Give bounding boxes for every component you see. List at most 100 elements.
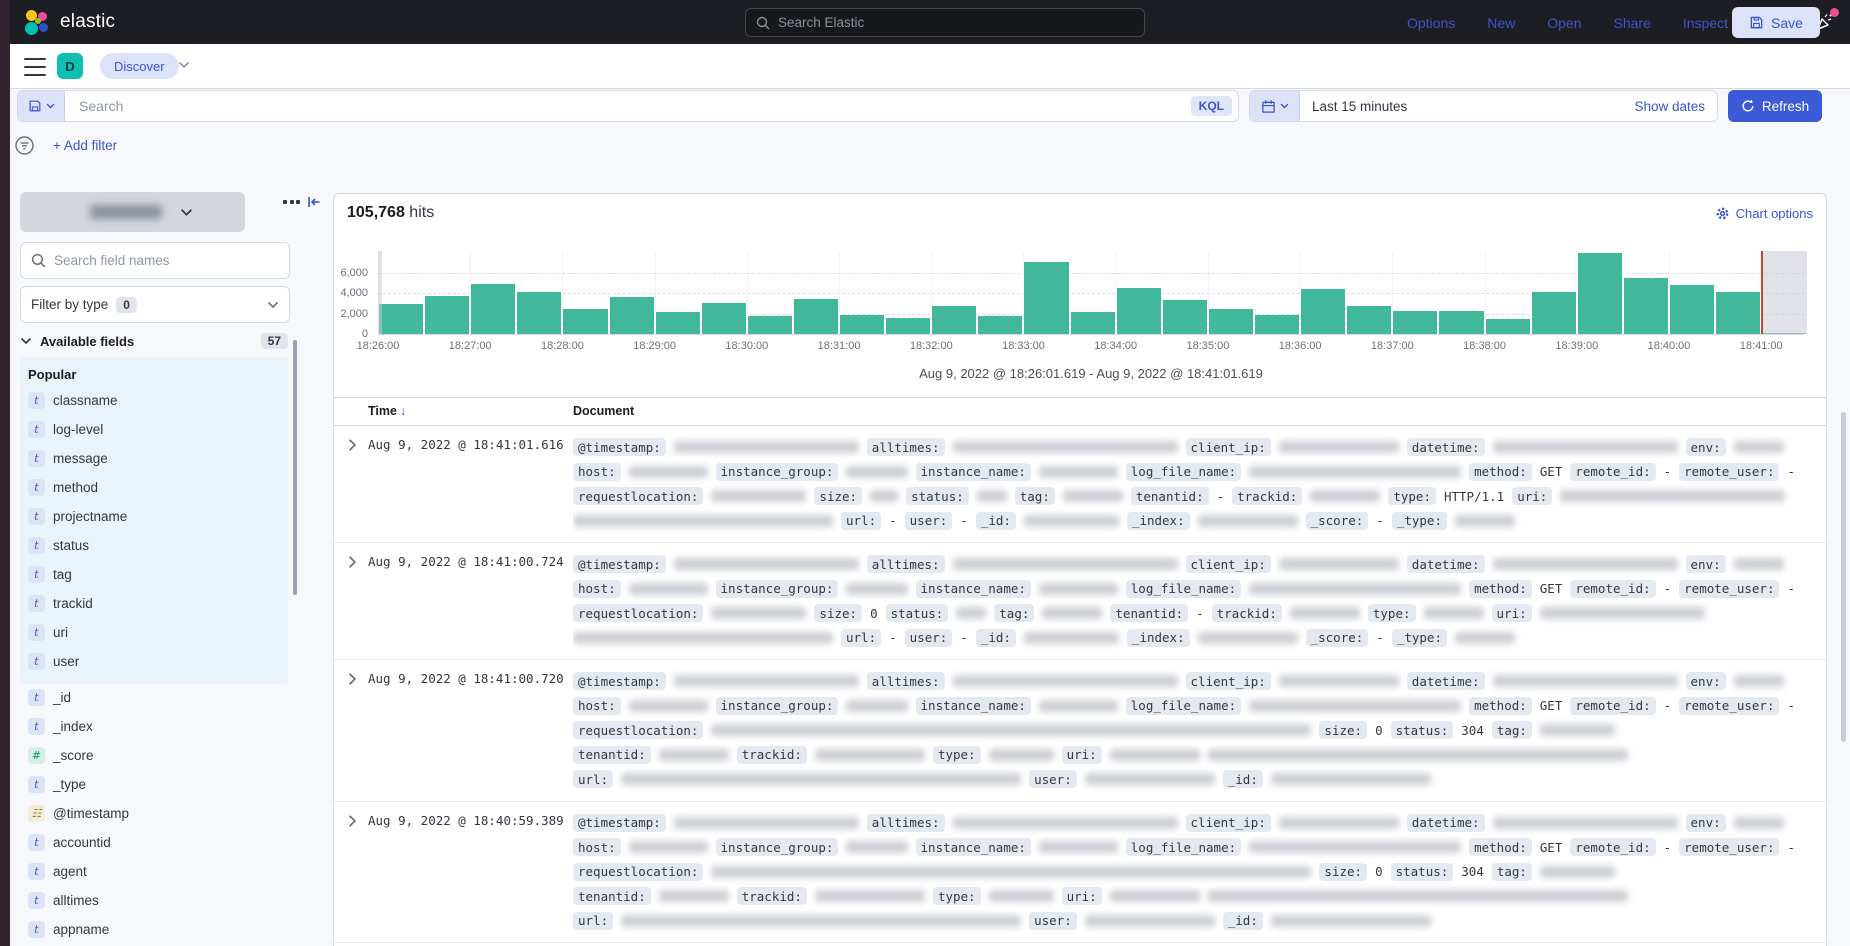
filter-by-type-select[interactable]: Filter by type 0: [20, 286, 290, 323]
show-dates-button[interactable]: Show dates: [1634, 99, 1705, 114]
field-item-alltimes[interactable]: talltimes: [28, 886, 280, 915]
redacted-value: [1249, 700, 1461, 712]
field-value: 304: [1461, 864, 1484, 879]
histogram-bar[interactable]: [1438, 311, 1484, 334]
time-column-header[interactable]: Time↓: [368, 404, 406, 418]
sort-descending-icon[interactable]: ↓: [400, 404, 406, 418]
expand-row-icon[interactable]: [347, 814, 358, 828]
histogram-bar[interactable]: [609, 297, 655, 334]
saved-query-menu-button[interactable]: [18, 91, 65, 121]
histogram-bar[interactable]: [885, 318, 931, 334]
nav-link-new[interactable]: New: [1487, 15, 1515, 31]
histogram-bar[interactable]: [839, 315, 885, 334]
field-item-_score[interactable]: #_score: [28, 741, 280, 770]
redacted-value: [1024, 632, 1119, 644]
table-row: Aug 9, 2022 @ 18:41:00.720@timestamp:all…: [334, 660, 1826, 802]
date-picker[interactable]: Last 15 minutes Show dates: [1249, 90, 1718, 122]
popular-fields-section: Popular tclassnametlog-leveltmessagetmet…: [20, 357, 288, 684]
nav-link-open[interactable]: Open: [1547, 15, 1581, 31]
global-search-input[interactable]: Search Elastic: [745, 8, 1145, 37]
date-quick-menu-button[interactable]: [1250, 91, 1300, 121]
histogram-bar[interactable]: [1669, 285, 1715, 334]
field-item-trackid[interactable]: ttrackid: [28, 589, 280, 618]
histogram-bar[interactable]: [1070, 312, 1116, 334]
field-item-_type[interactable]: t_type: [28, 770, 280, 799]
sidebar-scrollbar[interactable]: [293, 340, 297, 595]
menu-icon[interactable]: [24, 58, 46, 76]
field-item-log-level[interactable]: tlog-level: [28, 415, 280, 444]
histogram-bar[interactable]: [1116, 288, 1162, 334]
nav-link-inspect[interactable]: Inspect: [1683, 15, 1728, 31]
field-item-projectname[interactable]: tprojectname: [28, 502, 280, 531]
histogram-bar[interactable]: [1208, 309, 1254, 334]
field-item-method[interactable]: tmethod: [28, 473, 280, 502]
field-item-classname[interactable]: tclassname: [28, 386, 280, 415]
page-scrollbar[interactable]: [1841, 412, 1846, 742]
histogram-bar[interactable]: [562, 309, 608, 334]
kql-language-button[interactable]: KQL: [1191, 96, 1232, 116]
expand-row-icon[interactable]: [347, 555, 358, 569]
histogram-bar[interactable]: [1485, 319, 1531, 334]
field-item-uri[interactable]: turi: [28, 618, 280, 647]
histogram-bar[interactable]: [1531, 292, 1577, 334]
document-summary[interactable]: @timestamp:alltimes:client_ip:datetime:e…: [573, 811, 1795, 934]
histogram-bar[interactable]: [655, 312, 701, 334]
histogram-bar[interactable]: [793, 299, 839, 334]
histogram-bar[interactable]: [1346, 306, 1392, 334]
histogram-bar[interactable]: [516, 292, 562, 334]
query-input[interactable]: Search KQL: [17, 90, 1239, 122]
histogram-bar[interactable]: [701, 303, 747, 334]
field-item-_index[interactable]: t_index: [28, 712, 280, 741]
time-range-value[interactable]: Last 15 minutes: [1312, 99, 1634, 114]
nav-link-share[interactable]: Share: [1614, 15, 1651, 31]
refresh-button[interactable]: Refresh: [1728, 90, 1822, 122]
collapse-sidebar-icon[interactable]: [306, 194, 322, 210]
field-item-tag[interactable]: ttag: [28, 560, 280, 589]
histogram-bar[interactable]: [747, 316, 793, 334]
expand-row-icon[interactable]: [347, 438, 358, 452]
histogram-bar[interactable]: [977, 316, 1023, 334]
space-badge[interactable]: D: [57, 53, 83, 79]
expand-row-icon[interactable]: [347, 672, 358, 686]
filter-by-type-count: 0: [116, 297, 137, 313]
histogram-chart[interactable]: 02,0004,0006,00018:26:0018:27:0018:28:00…: [334, 194, 1826, 364]
field-search-input[interactable]: Search field names: [20, 242, 290, 279]
add-filter-button[interactable]: + Add filter: [53, 138, 117, 153]
field-item-user[interactable]: tuser: [28, 647, 280, 676]
histogram-bar[interactable]: [931, 306, 977, 334]
elastic-logo[interactable]: elastic: [24, 9, 115, 35]
nav-link-options[interactable]: Options: [1407, 15, 1455, 31]
field-item-agent[interactable]: tagent: [28, 857, 280, 886]
histogram-bar[interactable]: [1254, 315, 1300, 334]
field-pill-_score: _score:: [1306, 512, 1369, 530]
filter-icon[interactable]: [14, 135, 35, 156]
field-item-accountid[interactable]: taccountid: [28, 828, 280, 857]
histogram-bar[interactable]: [1392, 311, 1438, 334]
resize-handle-icon[interactable]: [283, 200, 300, 204]
breadcrumb-chevron-down-icon[interactable]: [178, 61, 190, 69]
redacted-value: [711, 724, 1311, 736]
field-item-appname[interactable]: tappname: [28, 915, 280, 944]
histogram-bar[interactable]: [1162, 300, 1208, 334]
available-fields-header[interactable]: Available fields 57: [20, 333, 288, 349]
field-item-@timestamp[interactable]: ☷@timestamp: [28, 799, 280, 828]
field-item-_id[interactable]: t_id: [28, 683, 280, 712]
histogram-bar[interactable]: [1023, 262, 1069, 334]
histogram-bar[interactable]: [470, 284, 516, 334]
histogram-bar[interactable]: [1577, 253, 1623, 334]
breadcrumb[interactable]: Discover: [100, 53, 179, 79]
histogram-bar[interactable]: [1623, 278, 1669, 334]
redacted-value: [1249, 466, 1461, 478]
histogram-bar[interactable]: [1715, 292, 1761, 334]
field-item-message[interactable]: tmessage: [28, 444, 280, 473]
document-summary[interactable]: @timestamp:alltimes:client_ip:datetime:e…: [573, 669, 1795, 792]
histogram-bar[interactable]: [424, 296, 470, 334]
field-item-status[interactable]: tstatus: [28, 531, 280, 560]
field-pill-host: host:: [573, 838, 621, 856]
save-button[interactable]: Save: [1732, 7, 1820, 38]
index-pattern-select[interactable]: [20, 192, 245, 232]
document-summary[interactable]: @timestamp:alltimes:client_ip:datetime:e…: [573, 552, 1795, 650]
histogram-bar[interactable]: [1300, 289, 1346, 334]
document-summary[interactable]: @timestamp:alltimes:client_ip:datetime:e…: [573, 435, 1795, 533]
histogram-bar[interactable]: [378, 304, 424, 334]
